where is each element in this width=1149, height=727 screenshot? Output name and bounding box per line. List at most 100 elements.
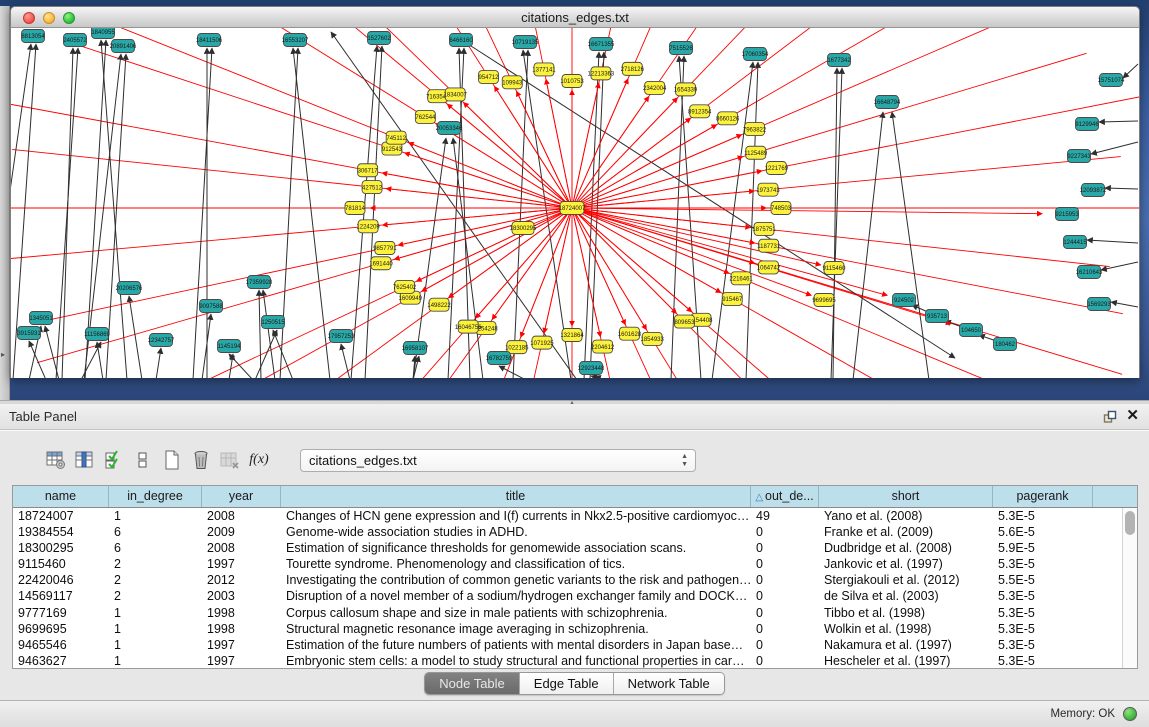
table-rows: 1872400712008Changes of HCN gene express…	[13, 508, 1122, 668]
float-panel-icon[interactable]	[1103, 410, 1117, 424]
table-cell: 0	[751, 540, 819, 556]
network-node-label: 1498222	[427, 303, 451, 309]
table-row[interactable]: 1938455462009Genome-wide association stu…	[13, 524, 1122, 540]
network-edge	[572, 79, 628, 208]
table-cell: 5.3E-5	[993, 653, 1093, 668]
network-node-label: 1224209	[356, 225, 380, 231]
table-cell: 18300295	[13, 540, 109, 556]
table-selector-dropdown[interactable]: citations_edges.txt ▲▼	[300, 449, 696, 472]
table-scrollbar-thumb[interactable]	[1125, 511, 1135, 535]
network-node-label: 1221769	[765, 166, 789, 172]
network-edge	[129, 296, 142, 378]
column-header-out_de[interactable]: △out_de...	[751, 486, 819, 507]
network-node-label: 935713	[927, 314, 948, 320]
network-edge	[572, 28, 1008, 208]
network-node-label: 8660126	[716, 116, 740, 122]
tab-edge-table[interactable]: Edge Table	[520, 673, 614, 694]
network-node-label: 1569293	[1087, 302, 1111, 308]
network-node-label: 15751074	[1098, 78, 1125, 84]
table-cell: 1997	[202, 653, 281, 668]
network-canvas[interactable]: 1010753122133632718126234200416543398912…	[10, 28, 1140, 378]
tab-node-table[interactable]: Node Table	[425, 673, 520, 694]
delete-table-icon[interactable]	[218, 448, 242, 472]
table-cell: 5.3E-5	[993, 637, 1093, 653]
table-cell: Genome-wide association studies in ADHD.	[281, 524, 751, 540]
panel-collapse-arrow-icon[interactable]: ▸	[1, 350, 5, 359]
network-node-label: 16046756	[455, 325, 482, 331]
network-node-label: 1973743	[756, 188, 780, 194]
table-row[interactable]: 2242004622012Investigating the contribut…	[13, 572, 1122, 588]
network-node-label: 9215953	[1055, 212, 1079, 218]
minimize-window-icon[interactable]	[43, 12, 55, 24]
unselect-all-icon[interactable]	[131, 448, 155, 472]
network-edge	[712, 62, 753, 378]
table-header-row: namein_degreeyeartitle△out_de...shortpag…	[13, 486, 1137, 508]
network-edge	[156, 348, 161, 378]
table-selector-value: citations_edges.txt	[309, 453, 417, 468]
table-row[interactable]: 946362711997Embryonic stem cells: a mode…	[13, 653, 1122, 668]
network-node-label: 954712	[478, 75, 499, 81]
table-row[interactable]: 969969511998Structural magnetic resonanc…	[13, 621, 1122, 637]
status-bar: Memory: OK	[0, 700, 1149, 727]
network-node-label: 1064742	[757, 266, 781, 272]
close-window-icon[interactable]	[23, 12, 35, 24]
create-new-column-icon[interactable]	[160, 448, 184, 472]
table-row[interactable]: 1830029562008Estimation of significance …	[13, 540, 1122, 556]
network-edge	[259, 290, 261, 378]
table-cell: 2	[109, 556, 202, 572]
delete-columns-icon[interactable]	[189, 448, 213, 472]
table-cell: 0	[751, 605, 819, 621]
network-node-label: 16553207	[282, 38, 309, 44]
show-column-icon[interactable]	[73, 448, 97, 472]
network-node-label: 1527602	[367, 36, 391, 42]
table-panel-title: Table Panel	[9, 404, 77, 429]
network-node-label: 16671355	[588, 42, 615, 48]
network-node-label: 16958107	[402, 346, 429, 352]
table-cell: 5.3E-5	[993, 588, 1093, 604]
table-cell: 19384554	[13, 524, 109, 540]
select-all-icon[interactable]	[102, 448, 126, 472]
table-cell: 0	[751, 572, 819, 588]
network-window[interactable]: citations_edges.txt 10107531221336327181…	[10, 6, 1140, 378]
table-row[interactable]: 1456911722003Disruption of a novel membe…	[13, 588, 1122, 604]
network-node-label: 915467	[722, 297, 743, 303]
table-scrollbar[interactable]	[1122, 508, 1137, 668]
left-panel-grip[interactable]: ▸	[0, 6, 10, 400]
network-node-label: 2342004	[643, 86, 667, 92]
table-row[interactable]: 977716911998Corpus callosum shape and si…	[13, 605, 1122, 621]
column-header-name[interactable]: name	[13, 486, 109, 507]
dropdown-arrows-icon: ▲▼	[681, 453, 688, 469]
network-node-label: 18724007	[559, 206, 586, 212]
network-node-label: 9699695	[812, 298, 836, 304]
table-cell: Yano et al. (2008)	[819, 508, 993, 524]
table-cell: 18724007	[13, 508, 109, 524]
column-header-in_degree[interactable]: in_degree	[109, 486, 202, 507]
zoom-window-icon[interactable]	[63, 12, 75, 24]
tab-network-table[interactable]: Network Table	[614, 673, 724, 694]
table-cell: 9699695	[13, 621, 109, 637]
table-cell: 14569117	[13, 588, 109, 604]
column-header-year[interactable]: year	[202, 486, 281, 507]
memory-status-indicator	[1123, 707, 1137, 721]
table-row[interactable]: 946554611997Estimation of the future num…	[13, 637, 1122, 653]
table-cell: 9463627	[13, 653, 109, 668]
network-node-label: 1840955	[91, 30, 115, 36]
column-header-pagerank[interactable]: pagerank	[993, 486, 1093, 507]
network-window-titlebar[interactable]: citations_edges.txt	[10, 6, 1140, 28]
column-header-title[interactable]: title	[281, 486, 751, 507]
network-edge	[572, 208, 647, 330]
network-node-label: 745112	[386, 136, 406, 142]
table-tab-bar: Node TableEdge TableNetwork Table	[0, 672, 1149, 695]
table-row[interactable]: 911546021997Tourette syndrome. Phenomeno…	[13, 556, 1122, 572]
table-row[interactable]: 1872400712008Changes of HCN gene express…	[13, 508, 1122, 524]
table-cell: 2008	[202, 508, 281, 524]
network-node-label: 1022185	[505, 345, 529, 351]
change-table-mode-icon[interactable]	[44, 448, 68, 472]
close-panel-icon[interactable]: ✕	[1126, 406, 1139, 424]
column-header-short[interactable]: short	[819, 486, 993, 507]
network-node-label: 2718126	[621, 67, 645, 73]
table-cell: Stergiakouli et al. (2012)	[819, 572, 993, 588]
function-builder-icon[interactable]: f(x)	[247, 448, 271, 472]
network-node-label: 20891406	[110, 44, 137, 50]
table-cell: 1998	[202, 621, 281, 637]
